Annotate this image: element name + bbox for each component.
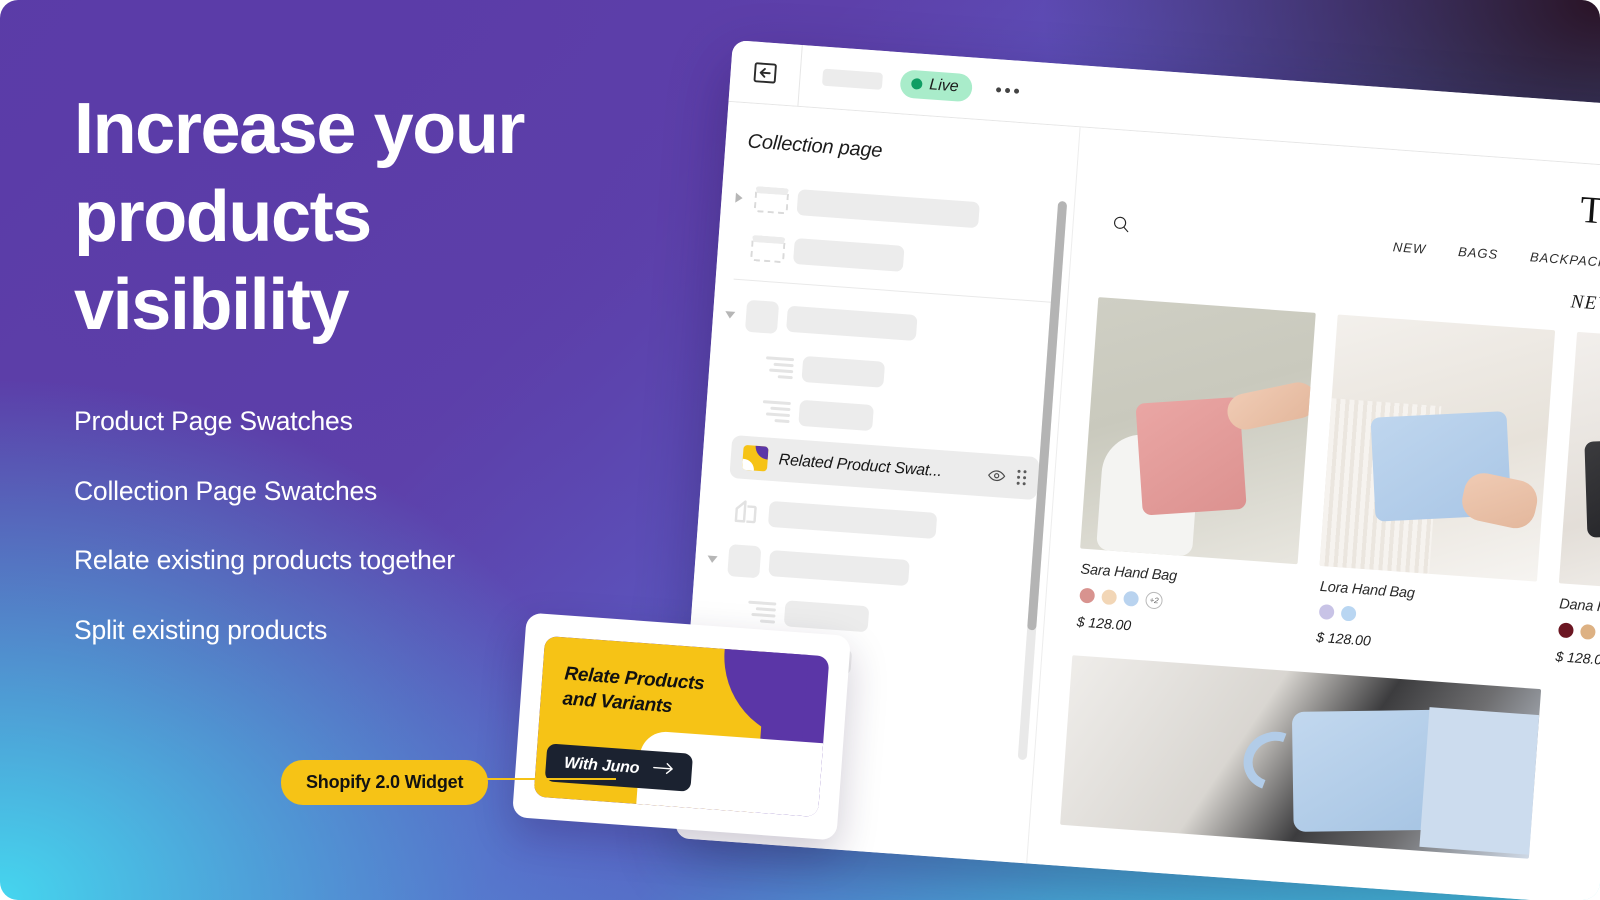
headline-line-2: products [74, 176, 372, 257]
section-label-placeholder [792, 237, 905, 272]
text-block-icon [762, 399, 791, 423]
tag-icon [731, 497, 761, 527]
swatch-option[interactable] [1079, 587, 1096, 604]
tree-row[interactable] [704, 541, 1034, 599]
chevron-down-icon[interactable] [723, 310, 737, 319]
feature-item-product-page-swatches: Product Page Swatches [74, 406, 353, 436]
drag-handle-icon[interactable] [1016, 469, 1027, 486]
product-card[interactable]: Lora Hand Bag $ 128.00 [1314, 314, 1556, 660]
product-image [1319, 314, 1556, 582]
lifestyle-banner-image [1060, 655, 1542, 859]
color-block [1419, 707, 1540, 855]
storefront-preview: THE B NEW BAGS BACKPACKS ACCES [1026, 127, 1600, 900]
swatch-option[interactable] [1318, 603, 1335, 620]
headline-line-1: Increase your [74, 89, 525, 169]
block-label-placeholder [801, 355, 886, 388]
product-price: $ 128.00 [1076, 613, 1132, 634]
section-icon [750, 234, 786, 264]
section-label-placeholder [786, 305, 918, 342]
sidebar-item-related-product-swatches[interactable]: Related Product Swat... [729, 434, 1040, 501]
promo-banner: Increase your products visibility Produc… [0, 0, 1600, 900]
product-image [1080, 297, 1316, 565]
widget-title: Relate Products and Variants [562, 661, 705, 721]
section-label-placeholder [796, 189, 980, 229]
callout-connector-line [466, 778, 616, 780]
nav-item-backpacks[interactable]: BACKPACKS [1530, 249, 1600, 270]
callout-badge: Shopify 2.0 Widget [281, 760, 489, 805]
headline-line-3: visibility [74, 264, 350, 345]
status-badge: Live [899, 68, 974, 102]
product-card[interactable]: Dana Hand Bag +2 $ 128.00 [1553, 331, 1600, 680]
juno-app-icon [741, 444, 769, 472]
juno-widget-card: Relate Products and Variants With Juno [512, 612, 851, 841]
status-label: Live [928, 75, 960, 95]
sidebar-item-label: Related Product Swat... [778, 450, 943, 480]
chevron-right-icon[interactable] [731, 192, 746, 204]
kebab-menu-icon[interactable] [996, 87, 1020, 94]
swatch-option[interactable] [1123, 590, 1140, 607]
section-icon [744, 299, 780, 334]
theme-name-placeholder[interactable] [821, 68, 884, 90]
section-icon [753, 186, 790, 215]
eye-icon[interactable] [986, 466, 1006, 486]
model-hand [1224, 379, 1316, 433]
model-hand [1458, 469, 1541, 532]
store-navigation: NEW BAGS BACKPACKS ACCES [1073, 211, 1600, 282]
widget-graphic: Relate Products and Variants With Juno [533, 635, 830, 818]
feature-item-collection-page-swatches: Collection Page Swatches [74, 475, 378, 506]
search-icon[interactable] [1111, 214, 1132, 239]
section-icon [727, 544, 762, 579]
swatch-option[interactable] [1579, 623, 1596, 640]
block-label-placeholder [798, 399, 874, 432]
product-grid: Sara Hand Bag +2 $ 128.00 Lora Hand Bag … [1044, 277, 1600, 675]
section-label-placeholder [767, 500, 938, 539]
swatch-more-count[interactable]: +2 [1144, 591, 1164, 610]
swatch-option[interactable] [1340, 605, 1357, 622]
nav-item-new[interactable]: NEW [1392, 239, 1426, 256]
product-swatches[interactable]: +2 [1079, 587, 1295, 620]
text-block-icon [765, 355, 795, 379]
swatch-option[interactable] [1101, 589, 1118, 606]
block-label-placeholder [783, 600, 870, 633]
store-brand-title: THE B [1578, 188, 1600, 239]
product-price: $ 128.00 [1554, 648, 1600, 669]
tree-row[interactable] [722, 297, 1052, 355]
tree-row[interactable] [708, 493, 1038, 551]
nav-item-bags[interactable]: BAGS [1458, 244, 1499, 262]
product-card[interactable]: Sara Hand Bag +2 $ 128.00 [1074, 297, 1316, 645]
feature-item-relate-products: Relate existing products together [74, 545, 455, 575]
arrow-right-icon [652, 761, 674, 780]
page-title: Increase your products visibility [74, 86, 694, 349]
status-dot-icon [910, 78, 923, 90]
bag-dark [1584, 438, 1600, 538]
with-juno-button-label: With Juno [563, 754, 640, 778]
section-label-placeholder [768, 550, 910, 587]
product-price: $ 128.00 [1315, 628, 1372, 649]
text-block-icon [747, 600, 777, 624]
chevron-down-icon[interactable] [705, 555, 719, 563]
product-image [1558, 331, 1600, 599]
swatch-option[interactable] [1557, 622, 1574, 639]
product-swatches[interactable] [1318, 603, 1535, 635]
back-arrow-icon [751, 58, 780, 87]
section-tree: Related Product Swat... [687, 174, 1074, 693]
back-button[interactable] [728, 40, 803, 107]
tree-row[interactable] [727, 229, 1057, 287]
